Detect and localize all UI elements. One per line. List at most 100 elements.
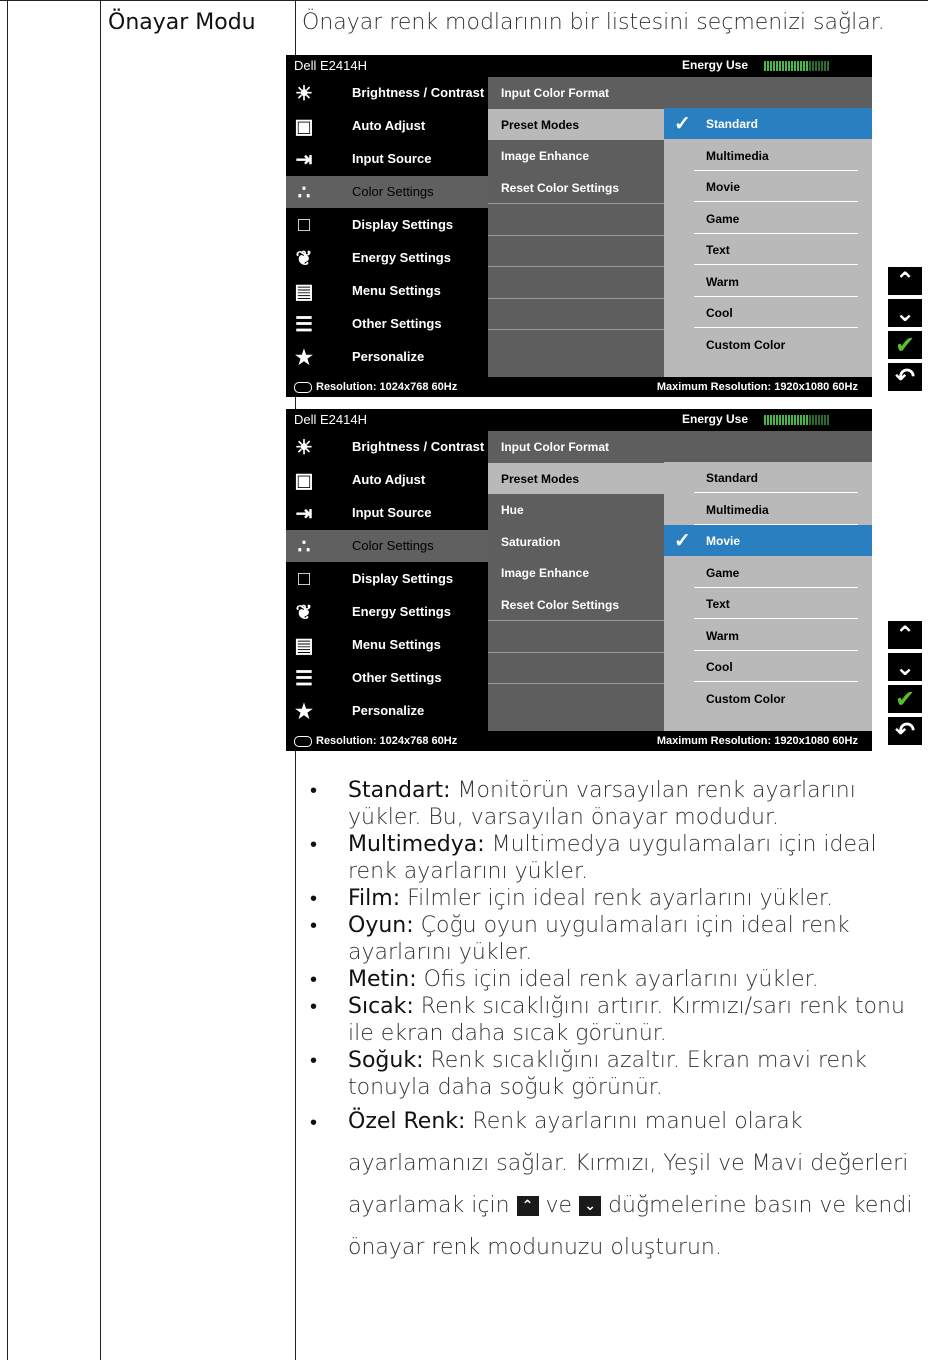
menu-item[interactable]: ⇥ Input Source [286, 143, 488, 175]
down-arrow-icon: ⌄ [579, 1196, 602, 1216]
preset-option-label: Standard [706, 471, 759, 485]
preset-option[interactable]: Warm [664, 266, 872, 297]
preset-option-label: Custom Color [706, 691, 786, 706]
submenu-empty [488, 620, 664, 652]
submenu-item[interactable]: Preset Modes [488, 462, 664, 494]
input-source-icon: ⇥ [295, 148, 313, 171]
preset-option-label: Game [706, 211, 740, 226]
osd-statusbar: Resolution: 1024x768 60Hz Maximum Resolut… [286, 731, 872, 751]
monitor-model: Dell E2414H [294, 412, 367, 427]
auto-adjust-icon: ▣ [294, 469, 314, 492]
menu-item-label: Brightness / Contrast [352, 439, 485, 454]
menu-item[interactable]: ★ Personalize [286, 695, 488, 727]
checkmark-icon: ✓ [674, 113, 691, 135]
menu-item[interactable]: ⇥ Input Source [286, 497, 488, 529]
preset-option-label: Text [706, 243, 730, 257]
osd-titlebar: Dell E2414H Energy Use [286, 409, 872, 431]
submenu-label: Image Enhance [501, 149, 590, 163]
preset-option[interactable]: Warm [664, 620, 872, 651]
menu-item[interactable]: ❦ Energy Settings [286, 596, 488, 628]
preset-option[interactable]: Custom Color [664, 683, 872, 714]
other-settings-icon: ☰ [295, 313, 313, 336]
back-icon: ↶ [888, 717, 922, 745]
preset-option-label: Multimedia [706, 502, 769, 517]
resolution-icon [294, 736, 312, 747]
menu-item-label: Brightness / Contrast [352, 85, 485, 100]
submenu-item[interactable]: Image Enhance [488, 140, 664, 171]
preset-option[interactable]: Multimedia [664, 140, 872, 171]
submenu-label: Preset Modes [501, 471, 580, 486]
submenu-header-label: Input Color Format [501, 440, 609, 454]
menu-item[interactable]: □ Display Settings [286, 563, 488, 595]
submenu-label: Reset Color Settings [501, 180, 620, 195]
menu-item[interactable]: ▣ Auto Adjust [286, 464, 488, 496]
section-heading: Önayar Modu [108, 10, 256, 35]
menu-item[interactable]: ▤ Menu Settings [286, 275, 488, 307]
preset-option[interactable]: Movie [664, 171, 872, 202]
preset-option[interactable]: ✓ Movie [664, 525, 872, 556]
energy-meter [764, 61, 829, 71]
table-border-col1 [100, 0, 101, 1360]
menu-item[interactable]: ∴ Color Settings [286, 176, 488, 208]
preset-option[interactable]: Cool [664, 297, 872, 328]
menu-item-label: Input Source [352, 505, 432, 520]
osd-screenshot-movie: Dell E2414H Energy Use ☀ Brightness / Contr… [286, 409, 872, 751]
preset-option[interactable]: Text [664, 234, 872, 265]
preset-option[interactable]: Standard [664, 462, 872, 493]
menu-item[interactable]: ▣ Auto Adjust [286, 110, 488, 142]
osd-submenu: Preset Modes Image Enhance Reset Color Set… [488, 77, 664, 377]
menu-item[interactable]: ❦ Energy Settings [286, 242, 488, 274]
submenu-label: Reset Color Settings [501, 597, 620, 612]
preset-option-label: Movie [706, 180, 741, 194]
menu-item[interactable]: ☀ Brightness / Contrast [286, 431, 488, 463]
preset-option[interactable]: Multimedia [664, 494, 872, 525]
preset-option-label: Warm [706, 274, 739, 289]
check-icon: ✔ [888, 685, 922, 713]
other-settings-icon: ☰ [295, 667, 313, 690]
preset-option[interactable]: Custom Color [664, 329, 872, 360]
menu-item-label: Personalize [352, 703, 425, 718]
menu-item[interactable]: ∴ Color Settings [286, 530, 488, 562]
menu-item[interactable]: □ Display Settings [286, 209, 488, 241]
submenu-item[interactable]: Reset Color Settings [488, 589, 664, 620]
preset-option[interactable]: Game [664, 557, 872, 588]
submenu-label: Hue [501, 503, 524, 517]
personalize-icon: ★ [295, 700, 313, 723]
menu-settings-icon: ▤ [294, 634, 314, 657]
menu-item[interactable]: ▤ Menu Settings [286, 629, 488, 661]
menu-item[interactable]: ☰ Other Settings [286, 308, 488, 340]
menu-item[interactable]: ★ Personalize [286, 341, 488, 373]
menu-item-label: Other Settings [352, 316, 442, 331]
submenu-item[interactable]: Saturation [488, 526, 664, 557]
submenu-label: Preset Modes [501, 117, 580, 132]
preset-mode-list: Standart: Monitörün varsayılan renk ayar… [306, 777, 928, 1269]
submenu-item[interactable]: Reset Color Settings [488, 172, 664, 203]
preset-option-label: Multimedia [706, 148, 769, 163]
check-icon: ✔ [888, 331, 922, 359]
menu-item-label: Color Settings [352, 538, 434, 553]
menu-item-label: Menu Settings [352, 283, 441, 298]
list-item: Film: Filmler için ideal renk ayarlarını… [306, 885, 928, 912]
preset-option[interactable]: Game [664, 203, 872, 234]
menu-item-label: Other Settings [352, 670, 442, 685]
resolution-text: Resolution: 1024x768 60Hz [316, 735, 458, 747]
monitor-model: Dell E2414H [294, 58, 367, 73]
energy-use-label: Energy Use [682, 412, 749, 426]
preset-option[interactable]: Cool [664, 651, 872, 682]
submenu-item[interactable]: Preset Modes [488, 108, 664, 140]
menu-item-label: Color Settings [352, 184, 434, 199]
submenu-item[interactable]: Image Enhance [488, 557, 664, 588]
input-source-icon: ⇥ [295, 502, 313, 525]
menu-item[interactable]: ☀ Brightness / Contrast [286, 77, 488, 109]
preset-option[interactable]: Text [664, 588, 872, 619]
down-arrow-icon: ⌄ [888, 299, 922, 327]
menu-item-label: Auto Adjust [352, 118, 426, 133]
menu-item-label: Energy Settings [352, 250, 451, 265]
preset-option-label: Movie [706, 534, 741, 548]
preset-option[interactable]: ✓ Standard [664, 108, 872, 139]
auto-adjust-icon: ▣ [294, 115, 314, 138]
menu-item[interactable]: ☰ Other Settings [286, 662, 488, 694]
energy-settings-icon: ❦ [295, 601, 313, 624]
list-item-custom: Özel Renk: Renk ayarlarını manuel olarak… [306, 1101, 928, 1269]
submenu-item[interactable]: Hue [488, 494, 664, 525]
